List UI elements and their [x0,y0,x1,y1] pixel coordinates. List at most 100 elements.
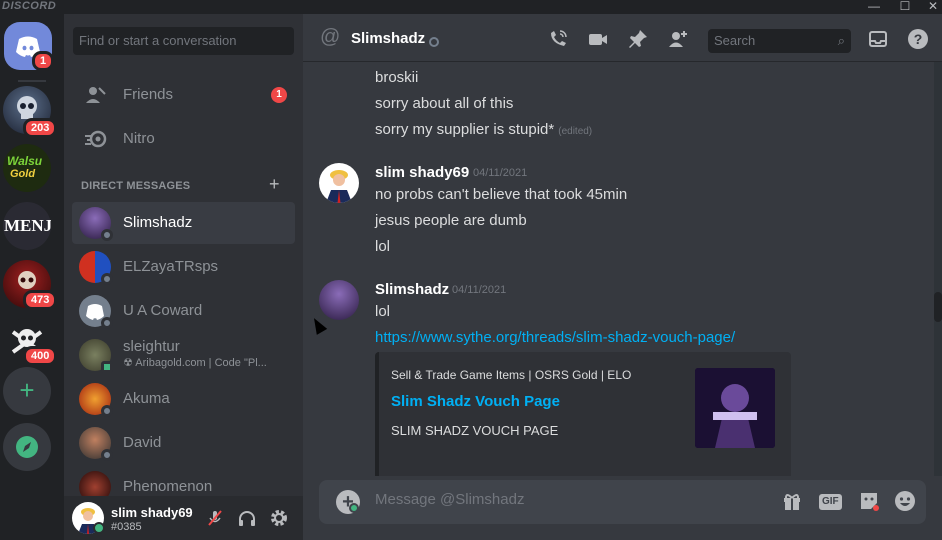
deafen-button[interactable] [237,508,257,528]
create-dm-button[interactable]: + [269,174,280,195]
upload-indicator-icon [349,503,359,513]
embed-thumbnail-image [695,368,775,448]
message-text: sorry my supplier is stupid* [375,121,555,138]
phone-call-icon [551,30,567,46]
close-button[interactable]: ✕ [921,0,942,13]
dm-item-akuma[interactable]: Akuma [72,378,295,420]
status-mobile-icon [101,361,113,373]
gift-icon [784,494,800,510]
status-offline-icon [101,273,113,285]
friends-badge: 1 [271,87,287,103]
message-text: lol [375,303,391,320]
svg-text:MENJ: MENJ [4,216,51,235]
status-offline-icon [101,449,113,461]
search-icon: ⌕ [837,33,845,48]
user-panel: slim shady69 #0385 [64,496,303,540]
message-avatar[interactable] [319,280,359,320]
server-separator [18,80,46,82]
gift-button[interactable] [780,490,804,514]
friends-label: Friends [123,86,174,103]
server-icon-3[interactable]: MENJ [3,202,53,250]
voice-call-button[interactable] [547,28,569,50]
video-camera-icon [589,34,607,45]
message-scrollbar[interactable] [934,62,942,476]
explore-servers-button[interactable] [3,423,51,471]
message-input[interactable]: Message @Slimshadz [375,480,524,520]
emoji-icon [895,491,915,511]
server-icon-4[interactable]: 473 [3,260,58,310]
nitro-nav-item[interactable]: Nitro [72,119,295,159]
dm-item-david[interactable]: David [72,422,295,464]
title-bar: DISCORD — ☐ ✕ [0,0,942,14]
svg-text:Gold: Gold [10,168,35,180]
walsu-gold-logo-icon: WalsuGold [7,154,43,180]
message-timestamp: 04/11/2021 [473,167,528,179]
server-icon-5[interactable]: 400 [3,318,58,366]
home-badge: 1 [32,51,55,71]
pin-icon [629,30,647,48]
dm-custom-status: ☢ Aribagold.com | Code "Pl... [123,357,267,369]
friends-nav-item[interactable]: Friends 1 [72,75,295,115]
server-badge: 203 [23,118,58,138]
add-friends-to-dm-button[interactable] [667,28,689,50]
help-button[interactable]: ? [907,28,929,50]
status-online-icon [93,522,105,534]
svg-text:Walsu: Walsu [7,154,43,168]
message-author[interactable]: slim shady69 [375,164,469,181]
embed-thumbnail[interactable] [695,368,775,448]
message-link[interactable]: https://www.sythe.org/threads/slim-shadz… [375,329,735,346]
message-text: sorry about all of this [375,95,514,112]
emoji-button[interactable] [893,490,917,514]
embed-description: SLIM SHADZ VOUCH PAGE [391,423,559,438]
nitro-icon [84,127,108,151]
server-list: 1 203 Walsu Gold MENJ 473 400 + [0,14,64,540]
dm-item-slimshadz[interactable]: Slimshadz [72,202,295,244]
minimize-button[interactable]: — [862,0,886,13]
message-text: sorry my supplier is stupid* (edited) [375,121,592,138]
gif-button[interactable]: GIF [819,494,842,510]
dm-name: Slimshadz [123,214,193,231]
user-settings-button[interactable] [269,508,289,528]
add-server-button[interactable]: + [3,367,51,415]
current-user-tag: #0385 [111,521,142,533]
message-timestamp: 04/11/2021 [452,284,507,296]
embed-title-link[interactable]: Slim Shadz Vouch Page [391,393,560,410]
at-icon: @ [320,26,341,48]
dm-sidebar: Find or start a conversation Friends 1 N… [64,14,303,540]
dm-item-elzayatrsps[interactable]: ELZayaTRsps [72,246,295,288]
inbox-button[interactable] [867,28,889,50]
edited-label: (edited) [558,126,593,137]
server-badge: 400 [23,346,58,366]
maximize-button[interactable]: ☐ [893,0,917,13]
status-offline-icon [429,37,439,47]
server-badge: 473 [23,290,58,310]
nitro-label: Nitro [123,130,155,147]
sticker-icon [861,493,879,511]
scrollbar-thumb[interactable] [934,292,942,322]
friends-icon [84,83,108,107]
dm-name: ELZayaTRsps [123,258,219,275]
search-input[interactable]: Search ⌕ [708,29,851,53]
server-icon-2[interactable]: Walsu Gold [3,144,51,192]
embed-provider: Sell & Trade Game Items | OSRS Gold | EL… [391,368,632,382]
dm-name: sleightur [123,338,180,355]
server-icon-1[interactable]: 203 [3,86,58,138]
message-text: jesus people are dumb [375,212,527,229]
video-call-button[interactable] [587,28,609,50]
message-composer: + Message @Slimshadz GIF [319,480,926,524]
pinned-messages-button[interactable] [627,28,649,50]
find-conversation-input[interactable]: Find or start a conversation [73,27,294,55]
sticker-button[interactable] [857,490,881,514]
dm-item-sleightur[interactable]: sleightur ☢ Aribagold.com | Code "Pl... [72,334,295,376]
app-brand: DISCORD [2,0,57,12]
message-author[interactable]: Slimshadz [375,281,449,298]
home-button[interactable]: 1 [4,22,55,71]
message-text: broskii [375,69,419,86]
search-placeholder: Search [714,33,756,48]
message-avatar[interactable] [319,163,359,203]
microphone-muted-icon [208,510,222,526]
message-text: no probs can't believe that took 45min [375,186,628,203]
dm-item-u-a-coward[interactable]: U A Coward [72,290,295,332]
dm-name: David [123,434,162,451]
mute-microphone-button[interactable] [205,508,225,528]
